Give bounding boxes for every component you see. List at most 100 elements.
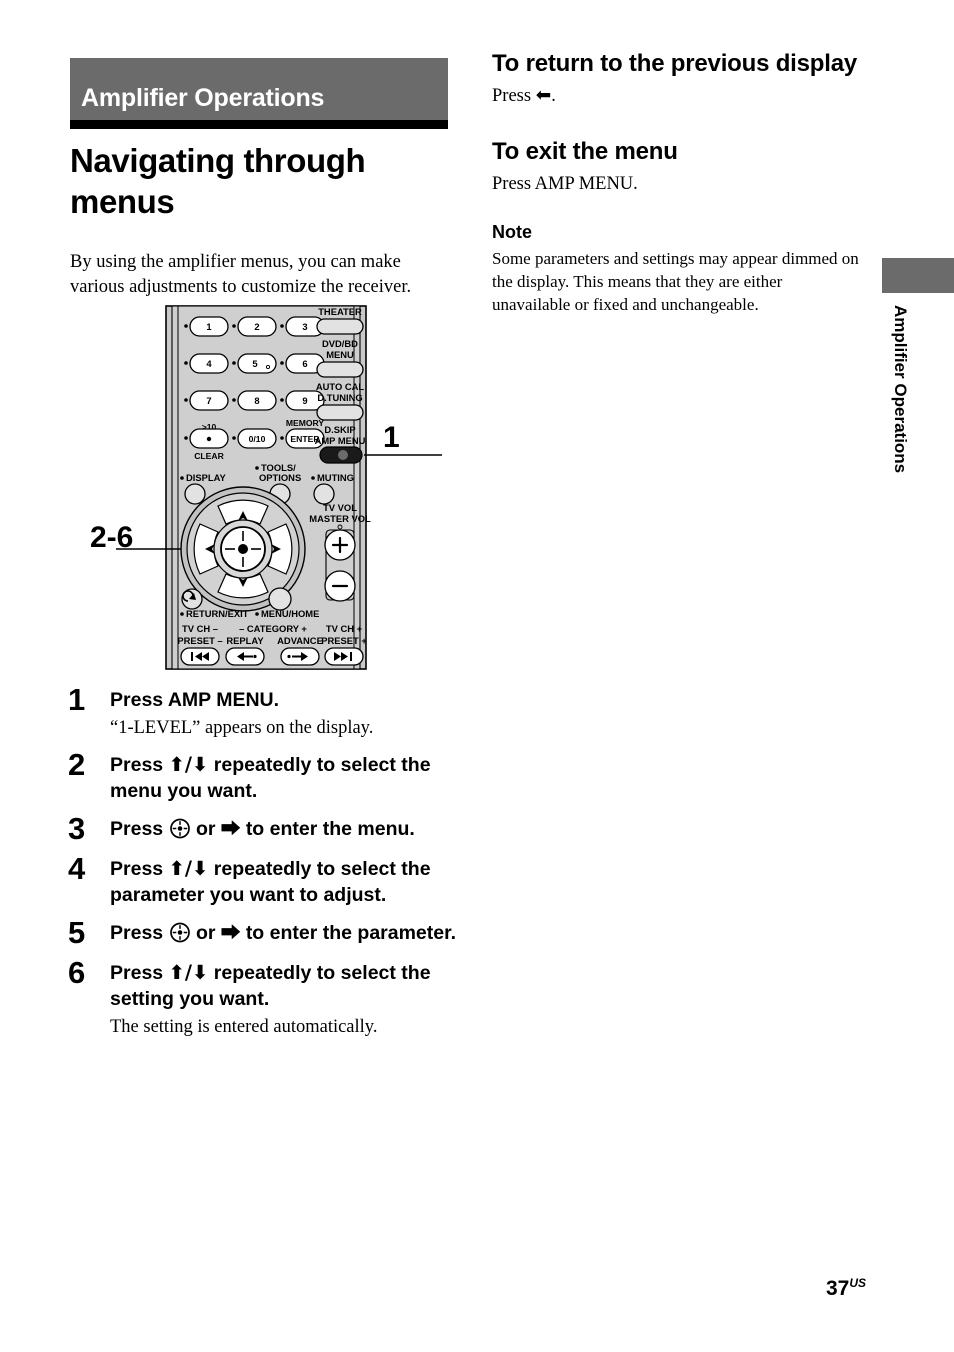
step-content: Press or ⮕ to enter the parameter.	[110, 917, 458, 948]
step-number: 6	[68, 955, 86, 990]
step-item-2: 2 Press ⬆/⬇ repeatedly to select the men…	[68, 749, 458, 804]
svg-text:D.TUNING: D.TUNING	[317, 392, 362, 403]
enter-icon	[169, 818, 190, 839]
remote-right-keys: THEATER DVD/BD MENU AUTO CAL D.TUNING D.…	[315, 306, 366, 464]
svg-text:– CATEGORY +: – CATEGORY +	[239, 623, 307, 634]
svg-text:MASTER VOL: MASTER VOL	[309, 513, 371, 524]
press-label: Press	[492, 86, 536, 106]
svg-text:THEATER: THEATER	[318, 306, 362, 317]
remote-control-svg: .lbl { font-family: "Liberation Sans", s…	[116, 305, 442, 670]
step-item-3: 3 Press or ⮕ to enter the menu.	[68, 813, 458, 844]
step-instruction: Press or ⮕ to enter the parameter.	[110, 920, 458, 946]
step-number: 5	[68, 915, 86, 950]
note-heading: Note	[492, 222, 532, 242]
step-instruction-prefix: Press	[110, 818, 169, 840]
step-content: Press ⬆/⬇ repeatedly to select the setti…	[110, 957, 458, 1039]
paragraph-return-previous: Press ⬅.	[492, 84, 864, 108]
step-instruction-prefix: Press	[110, 962, 169, 984]
step-number: 2	[68, 747, 86, 782]
step-instruction-prefix: Press	[110, 858, 169, 880]
heading-return-previous: To return to the previous display	[492, 50, 858, 77]
step-instruction-suffix: or ⮕ to enter the menu.	[190, 818, 415, 840]
svg-text:PRESET –: PRESET –	[177, 635, 222, 646]
step-content: Press AMP MENU. “1-LEVEL” appears on the…	[110, 684, 458, 740]
svg-text:D.SKIP: D.SKIP	[324, 424, 355, 435]
callout-label-2-6: 2-6	[90, 521, 134, 554]
manual-page: Amplifier Operations Navigating through …	[0, 0, 954, 1352]
side-tab-marker	[882, 258, 954, 293]
svg-text:MENU: MENU	[326, 349, 354, 360]
svg-text:1: 1	[206, 321, 211, 332]
paragraph-exit-menu: Press AMP MENU.	[492, 174, 638, 194]
svg-text:CLEAR: CLEAR	[194, 451, 224, 461]
step-instruction-prefix: Press	[110, 754, 169, 776]
chapter-rule	[70, 120, 448, 129]
step-item-1: 1 Press AMP MENU. “1-LEVEL” appears on t…	[68, 684, 458, 740]
svg-text:OPTIONS: OPTIONS	[259, 472, 301, 483]
svg-text:MENU/HOME: MENU/HOME	[261, 608, 319, 619]
svg-text:TV CH +: TV CH +	[326, 623, 363, 634]
left-column: Amplifier Operations Navigating through …	[70, 58, 450, 300]
svg-text:9: 9	[302, 395, 307, 406]
step-instruction: Press ⬆/⬇ repeatedly to select the setti…	[110, 960, 458, 1012]
step-content: Press ⬆/⬇ repeatedly to select the menu …	[110, 749, 458, 804]
number-keypad: 1 2 3 4 5 6 7 8 9	[184, 316, 325, 411]
svg-text:TV VOL: TV VOL	[323, 502, 357, 513]
svg-text:RETURN/EXIT: RETURN/EXIT	[186, 608, 249, 619]
step-content: Press or ⮕ to enter the menu.	[110, 813, 458, 844]
left-arrow-icon: ⬅	[535, 85, 552, 106]
svg-text:2: 2	[254, 321, 259, 332]
svg-text:ADVANCE: ADVANCE	[277, 635, 323, 646]
svg-text:MEMORY: MEMORY	[286, 418, 325, 428]
step-item-4: 4 Press ⬆/⬇ repeatedly to select the par…	[68, 853, 458, 908]
step-item-6: 6 Press ⬆/⬇ repeatedly to select the set…	[68, 957, 458, 1039]
svg-text:8: 8	[254, 395, 259, 406]
note-body: Some parameters and settings may appear …	[492, 249, 859, 314]
page-number: 37US	[826, 1276, 866, 1301]
svg-text:REPLAY: REPLAY	[226, 635, 264, 646]
step-instruction-text: Press AMP MENU.	[110, 689, 280, 711]
step-content: Press ⬆/⬇ repeatedly to select the param…	[110, 853, 458, 908]
svg-text:DVD/BD: DVD/BD	[322, 338, 358, 349]
step-number: 3	[68, 811, 86, 846]
step-detail: “1-LEVEL” appears on the display.	[110, 718, 374, 738]
step-instruction: Press AMP MENU.	[110, 687, 458, 713]
remote-control-diagram: .lbl { font-family: "Liberation Sans", s…	[68, 300, 450, 675]
step-list: 1 Press AMP MENU. “1-LEVEL” appears on t…	[68, 684, 458, 1048]
step-instruction: Press ⬆/⬇ repeatedly to select the param…	[110, 856, 458, 908]
svg-text:6: 6	[302, 358, 307, 369]
step-instruction-suffix: or ⮕ to enter the parameter.	[190, 922, 457, 944]
svg-text:MUTING: MUTING	[317, 472, 354, 483]
page-title: Navigating through menus	[70, 142, 366, 220]
step-instruction: Press or ⮕ to enter the menu.	[110, 816, 458, 842]
svg-text:AMP MENU: AMP MENU	[315, 435, 366, 446]
step-item-5: 5 Press or ⮕ to enter the parameter.	[68, 917, 458, 948]
callout-label-1: 1	[383, 421, 400, 454]
step-instruction-prefix: Press	[110, 922, 169, 944]
svg-text:DISPLAY: DISPLAY	[186, 472, 227, 483]
chapter-title: Amplifier Operations	[81, 84, 325, 112]
up-down-arrow-icon: ⬆/⬇	[168, 857, 209, 880]
svg-text:AUTO CAL: AUTO CAL	[316, 381, 365, 392]
up-down-arrow-icon: ⬆/⬇	[168, 961, 209, 984]
intro-paragraph: By using the amplifier menus, you can ma…	[70, 252, 412, 297]
chapter-header-bar: Amplifier Operations	[70, 58, 448, 120]
page-number-value: 37	[826, 1277, 850, 1300]
enter-icon	[169, 922, 190, 943]
svg-text:4: 4	[206, 358, 212, 369]
step-detail: The setting is entered automatically.	[110, 1017, 378, 1037]
side-tab-label: Amplifier Operations	[891, 305, 910, 474]
heading-exit-menu: To exit the menu	[492, 138, 678, 165]
step-number: 4	[68, 851, 86, 886]
right-column: To return to the previous display Press …	[492, 50, 864, 316]
svg-text:PRESET +: PRESET +	[321, 635, 367, 646]
svg-text:TV CH –: TV CH –	[182, 623, 218, 634]
page-number-suffix: US	[849, 1276, 867, 1290]
period: .	[551, 86, 556, 106]
svg-text:7: 7	[206, 395, 211, 406]
step-number: 1	[68, 682, 86, 717]
step-instruction: Press ⬆/⬇ repeatedly to select the menu …	[110, 752, 458, 804]
svg-text:3: 3	[302, 321, 307, 332]
svg-text:0/10: 0/10	[249, 434, 266, 444]
up-down-arrow-icon: ⬆/⬇	[168, 753, 209, 776]
